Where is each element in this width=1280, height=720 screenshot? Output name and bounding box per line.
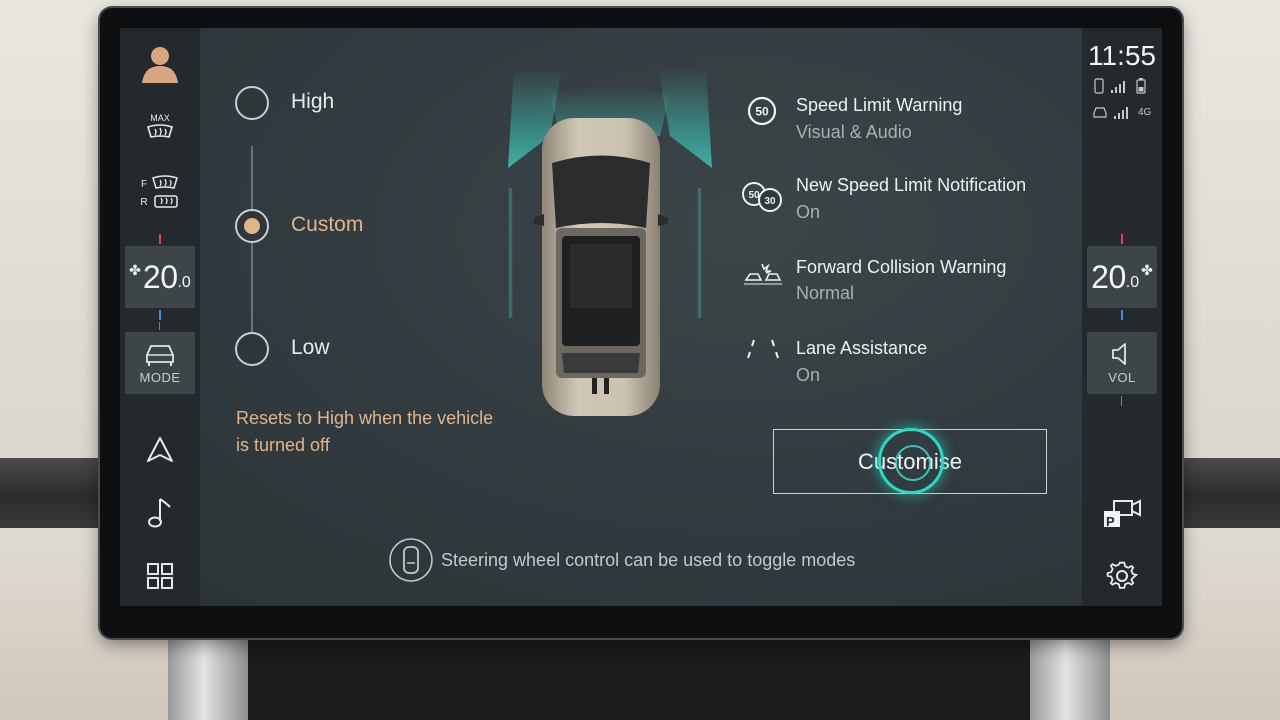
phone-icon — [1094, 78, 1104, 94]
apps-grid-icon — [147, 563, 173, 589]
windscreen-defrost-icon — [147, 124, 173, 138]
car-mode-icon — [146, 345, 174, 366]
parking-camera-button[interactable]: P — [1098, 492, 1146, 534]
screen-mount-right — [1030, 632, 1110, 720]
left-side-sensor — [508, 188, 513, 318]
speed-limit-warning-value: Visual & Audio — [796, 122, 912, 142]
new-speed-limit-value: On — [796, 202, 821, 222]
volume-label: VOL — [1108, 370, 1136, 385]
right-fan-icon: ✤ — [1141, 261, 1153, 278]
max-label: MAX — [150, 113, 170, 123]
steering-wheel-control-icon — [389, 538, 433, 582]
lane-assistance-value: On — [796, 365, 821, 385]
radio-custom[interactable] — [235, 209, 269, 243]
car-connectivity-status: 4G — [1092, 105, 1151, 119]
left-temp-value: 20 — [142, 258, 178, 295]
car-status-icon — [1093, 107, 1107, 118]
signal-bars-icon — [1111, 81, 1125, 93]
console-base — [248, 632, 1030, 720]
speed-limit-icon-text: 50 — [755, 105, 769, 119]
phone-status — [1094, 78, 1146, 94]
mode-label: MODE — [139, 370, 181, 385]
forward-collision-value: Normal — [796, 283, 855, 303]
mode-track — [251, 146, 253, 346]
option-high-label[interactable]: High — [291, 90, 334, 114]
gear-icon — [1106, 561, 1138, 589]
volume-button[interactable]: VOL — [1087, 332, 1157, 394]
battery-icon — [1136, 78, 1146, 94]
settings-button[interactable] — [1102, 556, 1142, 596]
fan-icon: ✤ — [129, 261, 141, 278]
speed-limit-icon: 50 — [747, 96, 777, 126]
touch-indicator — [878, 428, 944, 494]
infotainment-screen: MAX F R ✤ 20 .0 MODE 11:55 4G 20 .0 ✤ VO… — [120, 28, 1162, 606]
right-temp-cold-marker — [1121, 310, 1123, 320]
steering-hint-text: Steering wheel control can be used to to… — [441, 550, 856, 570]
reset-note-line2: is turned off — [236, 435, 330, 455]
media-button[interactable] — [140, 492, 180, 532]
rail-divider — [159, 322, 160, 330]
rear-defrost-icon — [153, 195, 178, 208]
navigation-arrow-icon — [147, 437, 173, 462]
right-rail-divider — [1121, 396, 1122, 406]
clock: 11:55 — [1088, 40, 1156, 71]
music-note-icon — [148, 498, 171, 528]
right-temp-decimal: .0 — [1125, 274, 1140, 291]
temp-hot-marker — [159, 234, 161, 244]
rear-label: R — [140, 196, 148, 208]
temp-cold-marker — [159, 310, 161, 320]
vehicle-top-view — [508, 68, 712, 416]
left-temperature-control[interactable]: ✤ 20 .0 — [125, 246, 195, 308]
network-type: 4G — [1138, 106, 1152, 118]
front-rear-defrost-button[interactable]: F R — [134, 168, 186, 218]
speed-change-icon-text-b: 30 — [764, 196, 776, 207]
collision-warning-icon — [744, 263, 782, 285]
profile-button[interactable] — [138, 40, 182, 86]
option-custom-label[interactable]: Custom — [291, 213, 363, 237]
car-signal-bars-icon — [1114, 107, 1128, 119]
speed-limit-change-icon: 50 30 — [742, 182, 782, 212]
left-temp-decimal: .0 — [177, 274, 191, 291]
front-defrost-icon — [152, 175, 178, 189]
radio-high[interactable] — [235, 86, 269, 120]
parking-label: P — [1106, 514, 1115, 529]
right-temp-value: 20 — [1091, 258, 1126, 295]
reset-note-line1: Resets to High when the vehicle — [236, 408, 494, 428]
right-rail: 11:55 4G 20 .0 ✤ VOL P — [1082, 28, 1162, 606]
speed-limit-warning-title: Speed Limit Warning — [796, 95, 963, 115]
left-rail: MAX F R ✤ 20 .0 MODE — [120, 28, 200, 606]
drive-mode-button[interactable]: MODE — [125, 332, 195, 394]
front-label: F — [140, 178, 148, 190]
right-temp-hot-marker — [1121, 234, 1123, 244]
right-temperature-control[interactable]: 20 .0 ✤ — [1087, 246, 1157, 308]
apps-button[interactable] — [140, 556, 180, 596]
forward-collision-title: Forward Collision Warning — [796, 257, 1007, 277]
new-speed-limit-title: New Speed Limit Notification — [796, 175, 1027, 195]
lane-assist-icon — [747, 339, 779, 359]
max-defrost-button[interactable]: MAX — [140, 108, 180, 148]
screen-mount-left — [168, 632, 248, 720]
right-side-sensor — [697, 188, 702, 318]
radio-low[interactable] — [235, 332, 269, 366]
speaker-icon — [1112, 343, 1126, 365]
navigation-button[interactable] — [140, 430, 180, 470]
lane-assistance-title: Lane Assistance — [796, 338, 928, 358]
car-body — [534, 118, 668, 416]
right-front-sensor-beam — [658, 68, 712, 168]
option-low-label[interactable]: Low — [291, 336, 330, 360]
user-avatar-icon — [142, 47, 178, 83]
